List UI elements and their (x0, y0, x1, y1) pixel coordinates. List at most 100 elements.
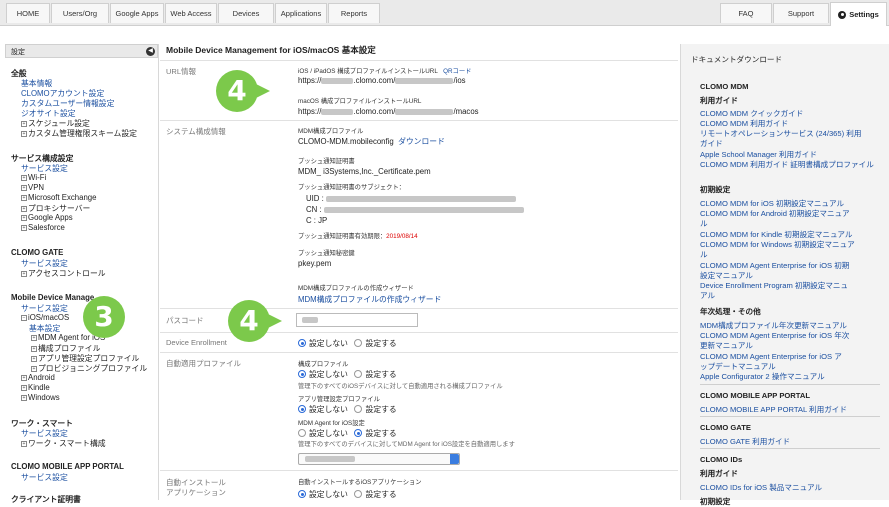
subject-cn: CN : (306, 205, 524, 214)
app-profile-title: アプリ管理設定プロファイル (298, 396, 380, 403)
nav-web-access[interactable]: Web Access (165, 3, 217, 23)
doc-link-windows-init-2[interactable]: ル (700, 249, 708, 260)
mac-url-domain: .clomo.com/ (353, 107, 396, 116)
auto-install-off-radio[interactable] (298, 490, 306, 498)
doc-link-windows-init-1[interactable]: CLOMO MDM for Windows 初期設定マニュア (700, 239, 855, 250)
sidebar-item-google-apps[interactable]: + Google Apps (21, 213, 73, 222)
nav-users-org[interactable]: Users/Org (51, 3, 109, 23)
sidebar-item-portal-service[interactable]: サービス設定 (21, 472, 68, 483)
nav-applications[interactable]: Applications (275, 3, 327, 23)
doc-link-gate-guide[interactable]: CLOMO GATE 利用ガイド (700, 436, 790, 447)
config-profile-off-radio[interactable] (298, 370, 306, 378)
section-mdm: Mobile Device Manage (11, 293, 95, 302)
main-content: Mobile Device Management for iOS/macOS 基… (160, 44, 678, 500)
nav-home[interactable]: HOME (6, 3, 50, 23)
sidebar-item-salesforce-label: Salesforce (28, 223, 65, 232)
sidebar-item-custom-perm-label: カスタム管理権限スキーム設定 (28, 129, 137, 138)
expiry-label: プッシュ通知証明書有効期限： (298, 233, 387, 240)
doc-link-remote-1[interactable]: リモートオペレーションサービス (24/365) 利用 (700, 128, 861, 139)
redacted-text (325, 196, 516, 202)
app-profile-off-radio[interactable] (298, 405, 306, 413)
expand-icon: + (21, 121, 27, 127)
mac-install-url[interactable]: https:// .clomo.com/ /macos (298, 107, 479, 116)
agent-off-radio[interactable] (298, 429, 306, 437)
sidebar-item-access-control[interactable]: + アクセスコントロール (21, 268, 106, 279)
sidebar-item-ios-macos[interactable]: − iOS/macOS (21, 313, 69, 322)
redacted-text (305, 456, 355, 462)
agent-on-radio[interactable] (354, 429, 363, 437)
sidebar-item-vpn[interactable]: + VPN (21, 183, 44, 192)
collapse-icon: − (21, 315, 27, 321)
passcode-input[interactable] (296, 313, 418, 327)
download-link[interactable]: ダウンロード (398, 137, 445, 146)
ios-install-url[interactable]: https:// .clomo.com/ /ios (298, 76, 466, 85)
sidebar-item-app-mgmt-label: アプリ管理設定プロファイル (38, 354, 140, 363)
app-profile-on-radio[interactable] (354, 405, 363, 413)
expand-icon: + (21, 195, 27, 201)
nav-devices[interactable]: Devices (218, 3, 274, 23)
sidebar-item-work-config[interactable]: + ワーク・スマート構成 (21, 438, 106, 449)
enrollment-on-radio[interactable] (354, 339, 363, 347)
auto-profile-label: 自動適用プロファイル (166, 359, 241, 368)
config-profile-on-radio[interactable] (354, 370, 363, 378)
settings-sidebar: 設定 ◀ 全般 基本情報 CLOMOアカウント設定 カスタムユーザー情報設定 ジ… (5, 44, 159, 504)
sidebar-item-windows[interactable]: + Windows (21, 393, 60, 402)
sidebar-item-salesforce[interactable]: + Salesforce (21, 223, 65, 232)
qr-code-link[interactable]: QRコード (443, 68, 471, 75)
docs-ids: CLOMO IDs (700, 455, 743, 464)
section-clomo-gate: CLOMO GATE (11, 248, 64, 257)
config-profile-desc: 管理下のすべてのiOSデバイスに対して自動適用される構成プロファイル (298, 383, 503, 390)
auto-profile-row: 自動適用プロファイル 構成プロファイル 設定しない 設定する 管理下のすべてのi… (160, 352, 678, 470)
redacted-text (321, 78, 354, 84)
sidebar-item-provisioning-label: プロビジョニングプロファイル (38, 364, 148, 373)
docs-mdm: CLOMO MDM (700, 82, 749, 91)
nav-support[interactable]: Support (773, 3, 829, 23)
sidebar-item-android[interactable]: + Android (21, 373, 55, 382)
sidebar-item-kindle[interactable]: + Kindle (21, 383, 50, 392)
nav-google-apps[interactable]: Google Apps (110, 3, 164, 23)
sidebar-item-android-label: Android (28, 373, 55, 382)
sidebar-item-schedule-label: スケジュール設定 (28, 119, 90, 128)
redacted-text (323, 207, 524, 213)
mac-url-title: macOS 構成プロファイルインストールURL (298, 98, 422, 105)
doc-link-portal-guide[interactable]: CLOMO MOBILE APP PORTAL 利用ガイド (700, 404, 847, 415)
expand-icon: + (31, 335, 37, 341)
top-navigation-bar: HOME Users/Org Google Apps Web Access De… (0, 0, 889, 26)
auto-install-row: 自動インストール アプリケーション 自動インストールするiOSアプリケーション … (160, 470, 678, 500)
doc-link-remote-2[interactable]: ガイド (700, 138, 723, 149)
doc-link-agent-annual-2[interactable]: 更新マニュアル (700, 340, 753, 351)
sidebar-item-exchange[interactable]: + Microsoft Exchange (21, 193, 96, 202)
expand-icon: + (21, 185, 27, 191)
app-profile-on-label: 設定する (365, 405, 397, 414)
doc-link-android-init-1[interactable]: CLOMO MDM for Android 初期設定マニュア (700, 208, 850, 219)
sidebar-item-wifi-label: Wi-Fi (28, 173, 47, 182)
doc-link-dep-1[interactable]: Device Enrollment Program 初期設定マニュ (700, 280, 848, 291)
doc-link-configurator[interactable]: Apple Configurator 2 操作マニュアル (700, 371, 825, 382)
documents-panel: ドキュメントダウンロード CLOMO MDM 利用ガイド CLOMO MDM ク… (680, 44, 889, 506)
nav-reports[interactable]: Reports (328, 3, 380, 23)
doc-link-dep-2[interactable]: アル (700, 290, 715, 301)
agent-setting-select[interactable] (298, 453, 460, 465)
nav-settings-label: Settings (849, 10, 879, 19)
sidebar-item-config-profile-label: 構成プロファイル (38, 344, 101, 353)
auto-install-on-radio[interactable] (354, 490, 363, 498)
sidebar-item-custom-perm[interactable]: + カスタム管理権限スキーム設定 (21, 128, 137, 139)
enrollment-off-radio[interactable] (298, 339, 306, 347)
collapse-left-icon[interactable]: ◀ (146, 47, 155, 56)
wizard-link[interactable]: MDM構成プロファイルの作成ウィザード (298, 294, 441, 305)
ios-url-title: iOS / iPadOS 構成プロファイルインストールURL QRコード (298, 66, 471, 75)
nav-faq[interactable]: FAQ (720, 3, 772, 23)
enrollment-off-label: 設定しない (309, 339, 348, 348)
push-cert-value: MDM_ i3Systems,Inc._Certificate.pem (298, 167, 431, 176)
sidebar-item-wifi[interactable]: + Wi-Fi (21, 173, 46, 182)
docs-header: ドキュメントダウンロード (691, 55, 783, 64)
doc-link-cert[interactable]: CLOMO MDM 利用ガイド 証明書構成プロファイル (700, 159, 874, 170)
agent-off-label: 設定しない (309, 429, 348, 438)
doc-link-android-init-2[interactable]: ル (700, 218, 708, 229)
ios-url-domain: .clomo.com/ (353, 76, 396, 85)
auto-install-title: 自動インストールするiOSアプリケーション (298, 479, 422, 486)
nav-settings[interactable]: Settings (830, 2, 887, 26)
config-profile-on-label: 設定する (365, 370, 397, 379)
sidebar-item-ios-macos-label: iOS/macOS (28, 313, 70, 322)
doc-link-ids-ios[interactable]: CLOMO IDs for iOS 製品マニュアル (700, 482, 822, 493)
